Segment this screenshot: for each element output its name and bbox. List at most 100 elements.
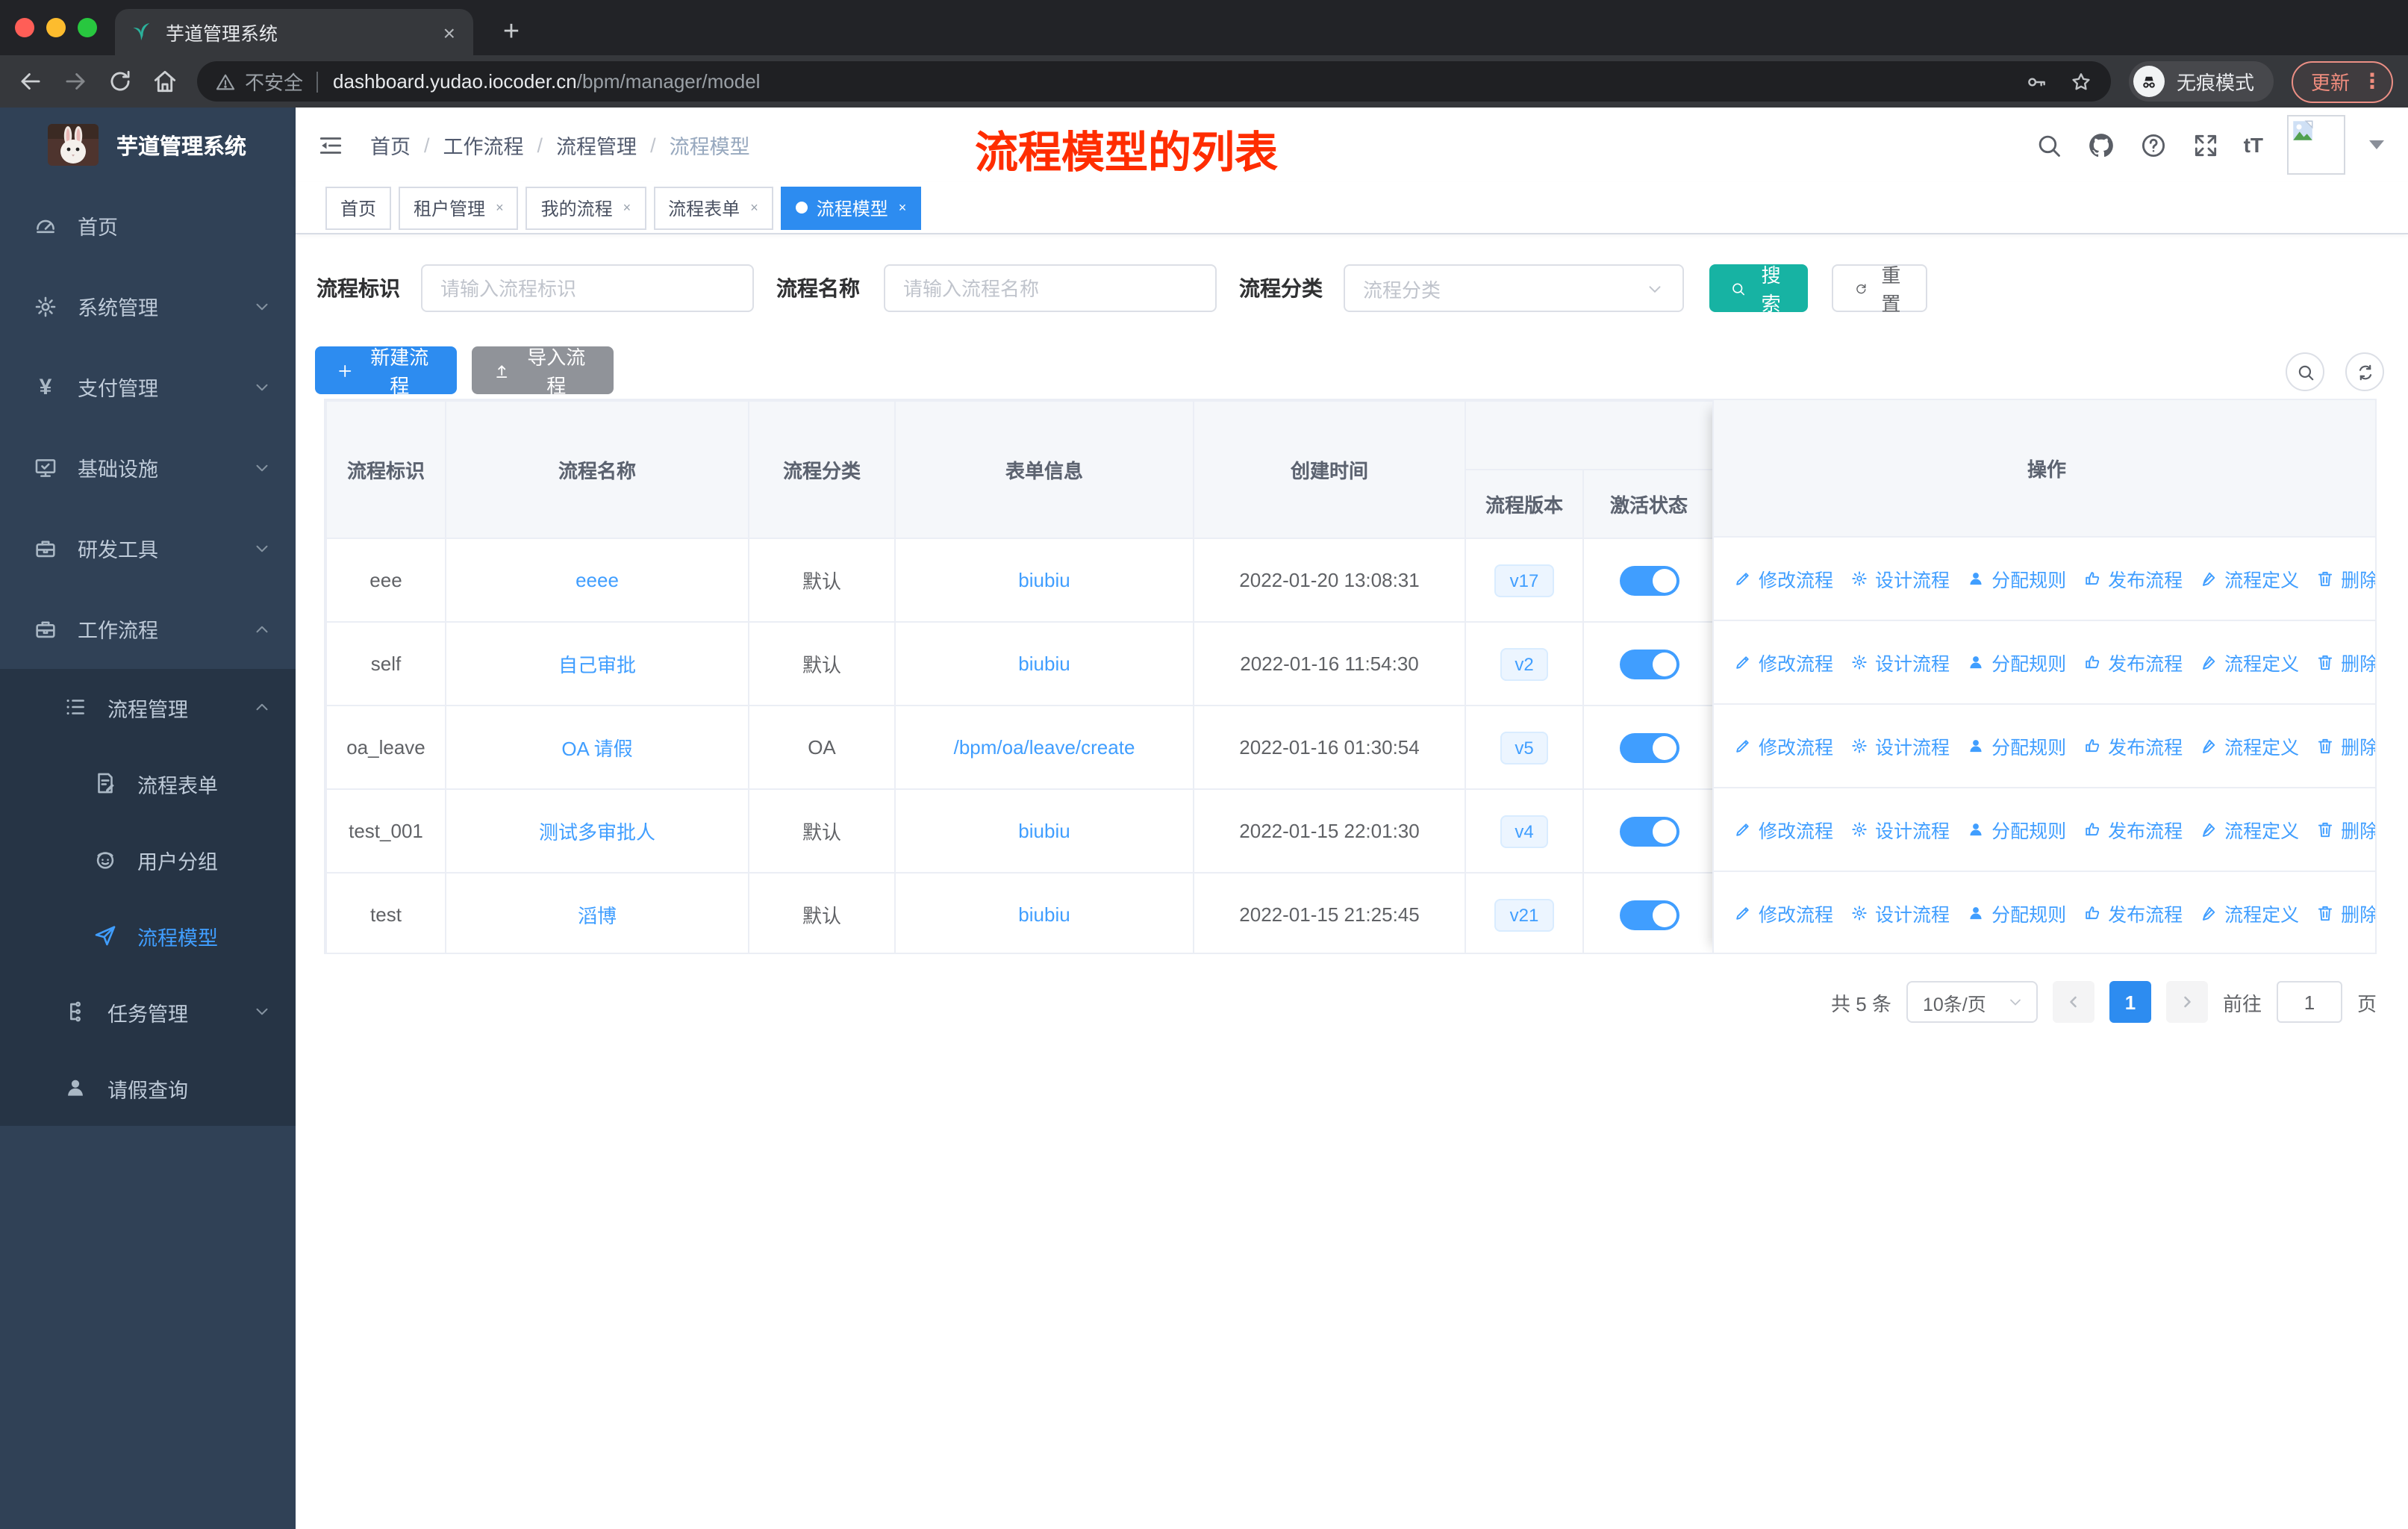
action-edit-link[interactable]: 修改流程 — [1733, 899, 1833, 927]
action-publish-hand-link[interactable]: 发布流程 — [2083, 899, 2183, 927]
process-category-select[interactable]: 流程分类 — [1344, 264, 1684, 312]
avatar-caret-icon[interactable] — [2369, 140, 2384, 149]
process-name-input[interactable] — [884, 264, 1217, 312]
action-design-gear-link[interactable]: 设计流程 — [1850, 648, 1950, 676]
action-assign-user-link[interactable]: 分配规则 — [1966, 648, 2066, 676]
github-icon[interactable] — [2087, 131, 2115, 159]
browser-update-button[interactable]: 更新 ⋮ — [2291, 60, 2393, 102]
sidebar-item-payment[interactable]: ¥ 支付管理 — [0, 346, 296, 427]
sidebar-item-infra[interactable]: 基础设施 — [0, 427, 296, 508]
reset-button[interactable]: 重置 — [1832, 264, 1927, 315]
close-tab-icon[interactable]: × — [899, 200, 907, 215]
action-design-gear-link[interactable]: 设计流程 — [1850, 899, 1950, 927]
form-info-link[interactable]: biubiu — [1018, 820, 1070, 842]
prev-page-button[interactable] — [2052, 981, 2094, 1023]
tab-process-model[interactable]: 流程模型 × — [780, 186, 922, 229]
breadcrumb-item[interactable]: 流程管理 — [556, 130, 637, 160]
address-bar[interactable]: 不安全 dashboard.yudao.iocoder.cn /bpm/mana… — [197, 61, 2111, 102]
action-publish-hand-link[interactable]: 发布流程 — [2083, 732, 2183, 760]
back-icon[interactable] — [16, 67, 45, 96]
sidebar-item-leave-query[interactable]: 请假查询 — [0, 1050, 296, 1126]
user-avatar[interactable] — [2287, 115, 2345, 175]
close-tab-icon[interactable]: × — [750, 200, 758, 215]
sidebar-item-home[interactable]: 首页 — [0, 185, 296, 266]
sidebar-item-process-manage[interactable]: 流程管理 — [0, 669, 296, 745]
active-toggle[interactable] — [1619, 649, 1679, 679]
action-definition-pen-link[interactable]: 流程定义 — [2199, 899, 2299, 927]
font-size-icon[interactable]: tT — [2244, 133, 2263, 157]
action-edit-link[interactable]: 修改流程 — [1733, 648, 1833, 676]
search-icon[interactable] — [2035, 131, 2063, 159]
active-toggle[interactable] — [1619, 900, 1679, 929]
process-name-link[interactable]: OA 请假 — [561, 738, 632, 760]
active-toggle[interactable] — [1619, 732, 1679, 762]
action-edit-link[interactable]: 修改流程 — [1733, 564, 1833, 593]
action-definition-pen-link[interactable]: 流程定义 — [2199, 648, 2299, 676]
action-trash-link[interactable]: 删除 — [2315, 564, 2375, 593]
action-trash-link[interactable]: 删除 — [2315, 899, 2375, 927]
process-name-link[interactable]: 自己审批 — [558, 654, 636, 676]
action-assign-user-link[interactable]: 分配规则 — [1966, 732, 2066, 760]
action-trash-link[interactable]: 删除 — [2315, 732, 2375, 760]
breadcrumb-item[interactable]: 首页 — [370, 130, 411, 160]
search-button[interactable]: 搜索 — [1709, 264, 1808, 315]
help-question-icon[interactable] — [2139, 131, 2168, 159]
sidebar-item-system[interactable]: 系统管理 — [0, 266, 296, 346]
form-info-link[interactable]: biubiu — [1018, 653, 1070, 675]
fullscreen-icon[interactable] — [2192, 131, 2220, 159]
goto-page-input[interactable] — [2276, 981, 2342, 1023]
action-definition-pen-link[interactable]: 流程定义 — [2199, 732, 2299, 760]
refresh-table-button[interactable] — [2345, 352, 2384, 391]
form-info-link[interactable]: /bpm/oa/leave/create — [954, 736, 1135, 759]
active-toggle[interactable] — [1619, 816, 1679, 846]
action-publish-hand-link[interactable]: 发布流程 — [2083, 648, 2183, 676]
action-definition-pen-link[interactable]: 流程定义 — [2199, 815, 2299, 844]
zoom-window-button[interactable] — [78, 18, 97, 37]
action-design-gear-link[interactable]: 设计流程 — [1850, 564, 1950, 593]
create-process-button[interactable]: 新建流程 — [315, 346, 457, 397]
action-trash-link[interactable]: 删除 — [2315, 648, 2375, 676]
action-edit-link[interactable]: 修改流程 — [1733, 815, 1833, 844]
sidebar-item-process-model[interactable]: 流程模型 — [0, 897, 296, 974]
close-tab-icon[interactable]: × — [496, 200, 504, 215]
form-info-link[interactable]: biubiu — [1018, 903, 1070, 926]
new-tab-button[interactable]: + — [493, 13, 530, 51]
form-info-link[interactable]: biubiu — [1018, 569, 1070, 591]
sidebar-item-process-form[interactable]: 流程表单 — [0, 745, 296, 821]
next-page-button[interactable] — [2165, 981, 2208, 1023]
sidebar-logo[interactable]: 芋道管理系统 — [0, 108, 296, 182]
close-tab-icon[interactable]: × — [440, 20, 458, 44]
action-assign-user-link[interactable]: 分配规则 — [1966, 815, 2066, 844]
action-assign-user-link[interactable]: 分配规则 — [1966, 899, 2066, 927]
sidebar-item-task-manage[interactable]: 任务管理 — [0, 974, 296, 1050]
action-design-gear-link[interactable]: 设计流程 — [1850, 732, 1950, 760]
reload-icon[interactable] — [106, 67, 134, 96]
tab-my-process[interactable]: 我的流程 × — [525, 186, 646, 229]
action-assign-user-link[interactable]: 分配规则 — [1966, 564, 2066, 593]
browser-menu-icon[interactable]: ⋮ — [2362, 69, 2383, 94]
bookmark-star-icon[interactable] — [2069, 69, 2093, 93]
active-toggle[interactable] — [1619, 565, 1679, 595]
close-window-button[interactable] — [15, 18, 34, 37]
tab-process-form[interactable]: 流程表单 × — [653, 186, 773, 229]
page-size-select[interactable]: 10条/页 — [1906, 981, 2038, 1023]
process-name-link[interactable]: 测试多审批人 — [539, 821, 655, 844]
page-number-button[interactable]: 1 — [2109, 981, 2151, 1023]
home-icon[interactable] — [151, 67, 179, 96]
minimize-window-button[interactable] — [46, 18, 66, 37]
action-edit-link[interactable]: 修改流程 — [1733, 732, 1833, 760]
password-key-icon[interactable] — [2024, 69, 2048, 93]
sidebar-item-user-group[interactable]: 用户分组 — [0, 821, 296, 897]
process-name-link[interactable]: 滔博 — [578, 905, 617, 927]
process-name-link[interactable]: eeee — [576, 569, 619, 591]
tab-home[interactable]: 首页 — [325, 186, 392, 229]
sidebar-item-workflow[interactable]: 工作流程 — [0, 588, 296, 669]
action-publish-hand-link[interactable]: 发布流程 — [2083, 564, 2183, 593]
browser-tab[interactable]: 芋道管理系统 × — [115, 9, 473, 55]
breadcrumb-item[interactable]: 工作流程 — [443, 130, 524, 160]
action-definition-pen-link[interactable]: 流程定义 — [2199, 564, 2299, 593]
collapse-sidebar-icon[interactable] — [316, 131, 345, 160]
import-process-button[interactable]: 导入流程 — [472, 346, 614, 397]
tab-tenant[interactable]: 租户管理 × — [399, 186, 519, 229]
action-trash-link[interactable]: 删除 — [2315, 815, 2375, 844]
